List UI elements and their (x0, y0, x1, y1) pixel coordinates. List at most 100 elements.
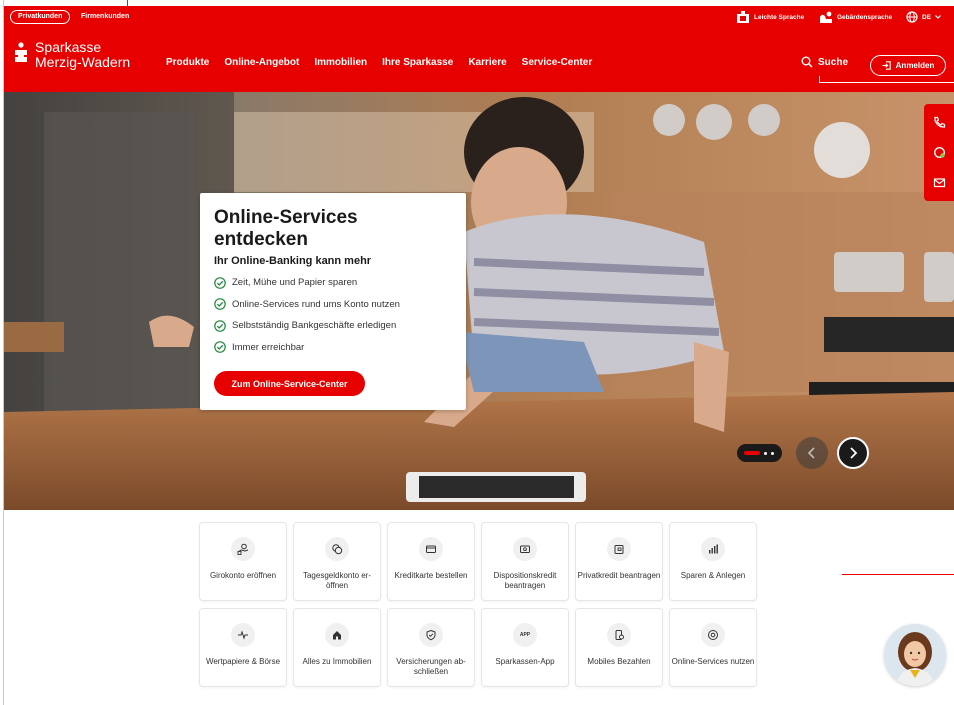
tile-kreditkarte[interactable]: Kreditkarte bestel­len (387, 522, 475, 601)
hero-teaser-card: Online-Services entdecken Ihr Online-Ban… (200, 193, 466, 410)
contact-sidebar (924, 104, 954, 201)
globe-icon (906, 11, 918, 23)
tile-mobiles-bezahlen[interactable]: Mobiles Bezahlen (575, 608, 663, 687)
tile-online-services[interactable]: Online-Services nutzen (669, 608, 757, 687)
check-circle-icon (214, 276, 226, 289)
at-sign-icon (701, 623, 725, 647)
nav-item-karriere[interactable]: Karriere (468, 57, 506, 68)
bank-name-line1: Sparkasse (35, 39, 102, 55)
list-item: Zeit, Mühe und Papier sparen (214, 272, 452, 294)
tile-immobilien[interactable]: Alles zu Immobili­en (293, 608, 381, 687)
phone-icon[interactable] (933, 116, 946, 129)
app-icon: APP (513, 623, 537, 647)
chat-icon[interactable] (933, 146, 946, 159)
banknote-icon (513, 537, 537, 561)
search-button[interactable]: Suche (801, 56, 848, 68)
page: Privatkunden Firmenkunden Leichte Sprach… (0, 0, 954, 705)
tile-wertpapiere[interactable]: Wertpapiere & Bör­se (199, 608, 287, 687)
search-underline-tick (819, 76, 820, 83)
nav-item-ihre-sparkasse[interactable]: Ihre Sparkasse (382, 57, 453, 68)
sign-language-link[interactable]: Gebärdensprache (819, 9, 892, 25)
bank-logo[interactable]: Sparkasse Merzig-Wadern (14, 40, 130, 70)
coins-icon (325, 537, 349, 561)
login-button[interactable]: Anmelden (870, 55, 946, 76)
main-nav-bar: Sparkasse Merzig-Wadern Produkte Online-… (4, 28, 954, 92)
credit-card-icon (419, 537, 443, 561)
hand-coin-icon (231, 537, 255, 561)
hero-subtitle: Ihr Online-Banking kann mehr (214, 255, 372, 267)
benefit-text: Selbstständig Bankgeschäfte erledigen (232, 320, 397, 332)
segment-private-button[interactable]: Privatkunden (10, 10, 71, 24)
benefit-text: Zeit, Mühe und Papier sparen (232, 277, 358, 289)
check-circle-icon (214, 298, 226, 311)
assistant-avatar-icon (884, 624, 946, 686)
tile-versicherungen[interactable]: Versicherungen ab­schließen (387, 608, 475, 687)
tile-tagesgeldkonto[interactable]: Tagesgeldkonto er­öffnen (293, 522, 381, 601)
bank-name: Sparkasse Merzig-Wadern (35, 40, 130, 70)
tile-label: Sparkassen-App (495, 657, 555, 666)
check-circle-icon (214, 341, 226, 354)
wallet-icon (607, 537, 631, 561)
top-bar: Privatkunden Firmenkunden Leichte Sprach… (4, 6, 954, 28)
tile-label: Dispositionskredit beantragen (493, 571, 557, 590)
chevron-down-icon (935, 15, 941, 19)
search-icon (801, 56, 813, 68)
list-item: Selbstständig Bankgeschäfte erledigen (214, 315, 452, 337)
language-selector[interactable]: DE (906, 9, 941, 25)
tile-label: Girokonto eröffnen (209, 571, 277, 580)
search-underline (819, 82, 954, 83)
carousel-dot[interactable] (771, 451, 774, 455)
sign-language-hands-icon (820, 11, 832, 23)
tile-label: Alles zu Immobili­en (302, 657, 372, 666)
window-edge-marker (127, 0, 128, 6)
quick-actions-grid: Girokonto eröffnen Tagesgeldkonto er­öff… (199, 522, 757, 687)
app-glyph: APP (519, 632, 531, 638)
bar-chart-icon (701, 537, 725, 561)
carousel-dot-active[interactable] (744, 451, 760, 455)
login-icon (882, 61, 891, 70)
login-label: Anmelden (895, 61, 935, 70)
easy-language-icon (737, 10, 749, 23)
nav-item-produkte[interactable]: Produkte (166, 57, 209, 68)
tile-sparen-anlegen[interactable]: Sparen & Anlegen (669, 522, 757, 601)
tile-label: Kreditkarte bestel­len (394, 571, 468, 580)
tile-label: Wertpapiere & Bör­se (205, 657, 281, 666)
carousel-prev-button[interactable] (796, 437, 828, 469)
benefit-text: Online-Services rund ums Konto nutzen (232, 298, 400, 310)
tile-privatkredit[interactable]: Privatkredit bean­tragen (575, 522, 663, 601)
hero-benefit-list: Zeit, Mühe und Papier sparen Online-Serv… (214, 272, 452, 358)
online-service-center-button[interactable]: Zum Online-Service-Center (214, 371, 365, 396)
stock-pulse-icon (231, 623, 255, 647)
tile-label: Sparen & Anlegen (680, 571, 746, 580)
phone-pay-icon (607, 623, 631, 647)
mail-icon[interactable] (933, 176, 946, 189)
shield-icon (419, 623, 443, 647)
search-label: Suche (818, 56, 849, 68)
nav-item-service-center[interactable]: Service-Center (522, 57, 593, 68)
sign-language-label: Gebärdensprache (837, 13, 893, 21)
tile-dispositionskredit[interactable]: Dispositionskredit beantragen (481, 522, 569, 601)
list-item: Immer erreichbar (214, 337, 452, 359)
hero-title: Online-Services entdecken (214, 207, 358, 250)
sparkasse-logo-icon (15, 42, 27, 62)
main-navigation: Produkte Online-Angebot Immobilien Ihre … (166, 57, 592, 68)
tile-label: Versicherungen ab­schließen (396, 657, 466, 676)
nav-item-immobilien[interactable]: Immobilien (314, 57, 367, 68)
carousel-next-button[interactable] (837, 437, 869, 469)
easy-language-link[interactable]: Leichte Sprache (736, 9, 804, 25)
tile-label: Privatkredit bean­tragen (577, 571, 661, 580)
list-item: Online-Services rund ums Konto nutzen (214, 294, 452, 316)
tile-girokonto[interactable]: Girokonto eröffnen (199, 522, 287, 601)
check-circle-icon (214, 319, 226, 332)
segment-business-link[interactable]: Firmenkunden (81, 10, 129, 24)
carousel-dot[interactable] (764, 451, 767, 455)
chat-assistant-avatar[interactable] (884, 624, 946, 686)
tile-label: Tagesgeldkonto er­öffnen (302, 571, 372, 590)
bank-name-line2: Merzig-Wadern (35, 54, 131, 70)
site-header: Privatkunden Firmenkunden Leichte Sprach… (4, 6, 954, 92)
nav-item-online-angebot[interactable]: Online-Angebot (224, 57, 299, 68)
tile-sparkassen-app[interactable]: APP Sparkassen-App (481, 608, 569, 687)
house-icon (325, 623, 349, 647)
carousel-pagination[interactable] (737, 444, 782, 462)
tile-label: Online-Services nutzen (671, 657, 755, 666)
